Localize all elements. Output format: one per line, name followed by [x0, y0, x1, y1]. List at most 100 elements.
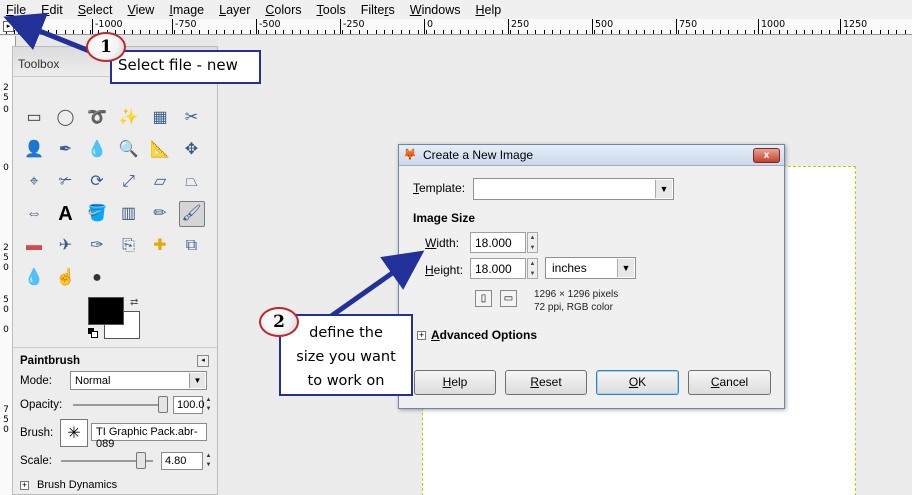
foreground-color[interactable]: [88, 297, 124, 325]
text-icon[interactable]: A: [53, 201, 79, 227]
fuzzy-select-icon[interactable]: ✨: [116, 105, 142, 131]
measure-icon[interactable]: 📐: [147, 137, 173, 163]
panel-menu-icon[interactable]: ◂: [197, 354, 209, 367]
ruler-minor-tick: [779, 30, 780, 34]
shear-icon[interactable]: ▱: [147, 169, 173, 195]
clone-icon[interactable]: ⎘: [116, 233, 142, 259]
ruler-minor-tick: [518, 30, 519, 34]
scale-icon[interactable]: ⤢: [116, 169, 142, 195]
free-select-icon[interactable]: ➰: [84, 105, 110, 131]
pencil-icon[interactable]: ✏: [147, 201, 173, 227]
width-spinner-icon[interactable]: ▲ ▼: [527, 232, 538, 253]
reset-button[interactable]: Reset: [505, 370, 587, 395]
ruler-minor-tick: [426, 30, 427, 34]
menu-filters[interactable]: Filters: [361, 3, 395, 17]
expand-icon[interactable]: +: [417, 331, 426, 340]
swap-colors-icon[interactable]: ⇄: [130, 297, 138, 308]
ruler-menu-icon[interactable]: ▸: [3, 21, 14, 32]
dodge-burn-icon[interactable]: ●: [84, 265, 110, 291]
crop-icon[interactable]: ✃: [53, 169, 79, 195]
opacity-slider-handle[interactable]: [158, 396, 168, 413]
annotation-callout-1: Select file - new: [110, 50, 261, 84]
blend-icon[interactable]: ▥: [116, 201, 142, 227]
airbrush-icon[interactable]: ✈: [53, 233, 79, 259]
menu-edit[interactable]: Edit: [41, 3, 63, 17]
ruler-minor-tick: [48, 30, 49, 34]
eraser-icon[interactable]: ▬: [21, 233, 47, 259]
menu-file[interactable]: File: [6, 3, 26, 17]
horizontal-ruler[interactable]: -250 -1000 -750 -500 -250 0 250 500 750 1000 1250: [0, 19, 912, 35]
ruler-minor-tick: [745, 30, 746, 34]
menu-layer[interactable]: Layer: [219, 3, 250, 17]
select-by-color-icon[interactable]: ▦: [147, 105, 173, 131]
brush-name-field[interactable]: TI Graphic Pack.abr-089: [91, 423, 207, 450]
scale-spinner-icon[interactable]: ▲ ▼: [204, 452, 213, 470]
menu-select[interactable]: Select: [78, 3, 113, 17]
chevron-down-icon: ▼: [655, 180, 672, 198]
opacity-spinner-icon[interactable]: ▲ ▼: [204, 396, 213, 414]
portrait-icon[interactable]: ▯: [475, 290, 492, 307]
menu-view[interactable]: View: [127, 3, 154, 17]
zoom-icon[interactable]: 🔍: [116, 137, 142, 163]
menu-bar: File Edit Select View Image Layer Colors…: [0, 0, 912, 19]
ruler-minor-tick: [628, 30, 629, 34]
paths-icon[interactable]: ✒: [53, 137, 79, 163]
unit-value: inches: [552, 261, 587, 275]
annotation-badge-2: 2: [259, 307, 299, 337]
ok-button[interactable]: OK: [596, 370, 679, 395]
scissors-select-icon[interactable]: ✂: [179, 105, 205, 131]
height-input[interactable]: 18.000: [470, 258, 526, 279]
width-input[interactable]: 18.000: [470, 232, 526, 253]
help-button[interactable]: Help: [414, 370, 496, 395]
perspective-clone-icon[interactable]: ⧉: [179, 233, 205, 259]
bucket-fill-icon[interactable]: 🪣: [84, 201, 110, 227]
move-icon[interactable]: ✥: [179, 137, 205, 163]
scale-field[interactable]: 4.80: [161, 452, 203, 470]
ruler-minor-tick: [409, 30, 410, 34]
heal-icon[interactable]: ✚: [147, 233, 173, 259]
smudge-icon[interactable]: ☝: [53, 265, 79, 291]
ruler-minor-tick: [174, 30, 175, 34]
color-picker-icon[interactable]: 💧: [84, 137, 110, 163]
ruler-minor-tick: [149, 30, 150, 34]
ellipse-select-icon[interactable]: ◯: [53, 105, 79, 131]
ruler-label: -250: [21, 19, 43, 30]
template-select[interactable]: ▼: [473, 178, 674, 200]
flip-icon[interactable]: ⇔: [21, 201, 47, 227]
scale-slider-handle[interactable]: [136, 452, 146, 469]
ruler-major-tick: [18, 19, 19, 34]
ruler-major-tick: [592, 19, 593, 34]
menu-help[interactable]: Help: [475, 3, 501, 17]
advanced-options-toggle[interactable]: Advanced Options: [431, 328, 537, 342]
dialog-titlebar[interactable]: 🦊 Create a New Image: [399, 145, 784, 166]
paintbrush-icon[interactable]: 🖌: [178, 201, 205, 227]
ruler-minor-tick: [216, 30, 217, 34]
menu-image[interactable]: Image: [169, 3, 204, 17]
ruler-minor-tick: [14, 30, 15, 34]
menu-windows[interactable]: Windows: [410, 3, 461, 17]
height-spinner-icon[interactable]: ▲ ▼: [527, 258, 538, 279]
cancel-button[interactable]: Cancel: [688, 370, 771, 395]
unit-select[interactable]: inches ▼: [545, 257, 636, 279]
reset-colors-icon[interactable]: [88, 328, 98, 338]
opacity-field[interactable]: 100.0: [173, 396, 205, 414]
ink-icon[interactable]: ✑: [84, 233, 110, 259]
ruler-label: 1250: [843, 19, 868, 30]
close-button[interactable]: x: [753, 148, 780, 163]
alignment-icon[interactable]: ⌖: [21, 169, 47, 195]
ruler-minor-tick: [182, 30, 183, 34]
foreground-select-icon[interactable]: 👤: [21, 137, 47, 163]
landscape-icon[interactable]: ▭: [500, 290, 517, 307]
blur-icon[interactable]: 💧: [21, 265, 47, 291]
brush-dynamics-row[interactable]: + Brush Dynamics: [13, 473, 217, 495]
menu-colors[interactable]: Colors: [265, 3, 301, 17]
opacity-slider[interactable]: [73, 404, 168, 406]
brush-preview-icon[interactable]: ✳: [60, 419, 88, 447]
menu-tools[interactable]: Tools: [317, 3, 346, 17]
ruler-minor-tick: [493, 30, 494, 34]
expand-icon[interactable]: +: [20, 480, 29, 490]
rect-select-icon[interactable]: ▭: [21, 105, 47, 131]
rotate-icon[interactable]: ⟳: [84, 169, 110, 195]
mode-select[interactable]: Normal ▼: [70, 371, 207, 390]
perspective-icon[interactable]: ⏢: [179, 169, 205, 195]
